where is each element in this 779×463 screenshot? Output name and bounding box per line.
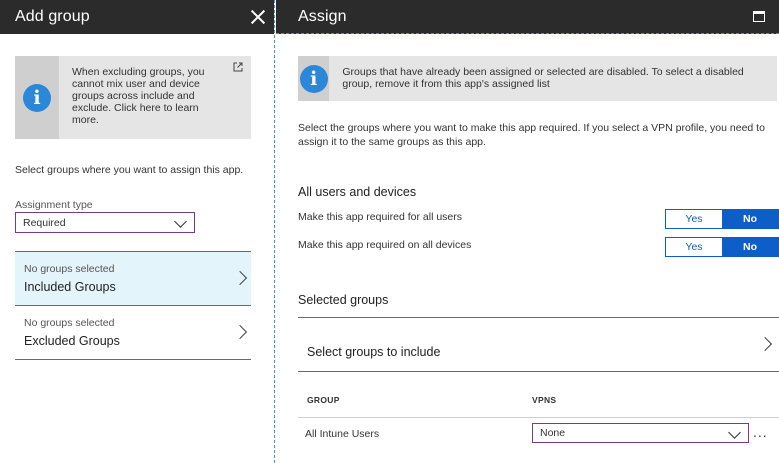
table-divider bbox=[298, 417, 779, 418]
vpns-select[interactable]: None bbox=[532, 423, 749, 443]
selected-groups-title: Selected groups bbox=[298, 293, 389, 307]
info-banner: i Groups that have already been assigned… bbox=[298, 56, 777, 101]
column-header-vpns[interactable]: VPNS bbox=[532, 395, 556, 405]
select-groups-include-row[interactable]: Select groups to include bbox=[298, 318, 779, 371]
add-group-header: Add group bbox=[0, 0, 274, 34]
column-header-group[interactable]: GROUP bbox=[307, 395, 340, 405]
select-groups-include-label: Select groups to include bbox=[307, 345, 441, 359]
blade-title: Add group bbox=[15, 8, 90, 25]
toggle-yes[interactable]: Yes bbox=[666, 210, 722, 228]
chevron-down-icon bbox=[728, 426, 741, 439]
require-all-users-toggle[interactable]: Yes No bbox=[665, 209, 779, 229]
instruction-text: Select groups where you want to assign t… bbox=[15, 164, 244, 176]
info-stripe: i bbox=[298, 56, 330, 101]
info-icon: i bbox=[23, 83, 51, 112]
chevron-right-icon bbox=[757, 336, 773, 352]
close-icon[interactable] bbox=[248, 7, 268, 27]
info-banner[interactable]: i When excluding groups, you cannot mix … bbox=[15, 56, 251, 139]
divider bbox=[15, 359, 251, 360]
info-icon: i bbox=[299, 64, 328, 93]
info-text: Groups that have already been assigned o… bbox=[342, 66, 744, 90]
add-group-blade: Add group i When excluding groups, you c… bbox=[0, 0, 274, 463]
toggle-yes[interactable]: Yes bbox=[666, 238, 722, 256]
info-stripe: i bbox=[15, 56, 59, 139]
included-groups-status: No groups selected bbox=[24, 263, 115, 275]
excluded-groups-label: Excluded Groups bbox=[24, 334, 120, 348]
require-all-devices-label: Make this app required on all devices bbox=[298, 239, 472, 251]
toggle-no[interactable]: No bbox=[722, 238, 778, 256]
blade-title: Assign bbox=[298, 7, 347, 25]
excluded-groups-row[interactable]: No groups selected Excluded Groups bbox=[15, 305, 251, 359]
assignment-type-value: Required bbox=[23, 216, 66, 229]
vpns-value: None bbox=[540, 427, 566, 439]
assign-blade: Assign i Groups that have already been a… bbox=[276, 0, 779, 463]
chevron-right-icon bbox=[232, 270, 248, 286]
chevron-right-icon bbox=[232, 324, 248, 340]
included-groups-label: Included Groups bbox=[24, 280, 116, 294]
toggle-no[interactable]: No bbox=[722, 210, 778, 228]
external-link-icon[interactable] bbox=[233, 62, 243, 72]
group-cell: All Intune Users bbox=[305, 428, 380, 440]
assign-header: Assign bbox=[276, 0, 779, 34]
description-text: Select the groups where you want to make… bbox=[298, 122, 765, 148]
assignment-type-select[interactable]: Required bbox=[15, 212, 195, 233]
maximize-icon[interactable] bbox=[753, 11, 765, 22]
chevron-down-icon bbox=[174, 215, 187, 228]
all-users-devices-title: All users and devices bbox=[298, 185, 417, 199]
require-all-devices-toggle[interactable]: Yes No bbox=[665, 237, 779, 257]
excluded-groups-status: No groups selected bbox=[24, 317, 115, 329]
more-options-icon[interactable]: ... bbox=[753, 424, 768, 440]
require-all-users-label: Make this app required for all users bbox=[298, 211, 462, 223]
assignment-type-label: Assignment type bbox=[15, 199, 93, 211]
included-groups-row[interactable]: No groups selected Included Groups bbox=[15, 251, 251, 305]
info-text: When excluding groups, you cannot mix us… bbox=[72, 66, 205, 126]
divider bbox=[298, 371, 779, 372]
